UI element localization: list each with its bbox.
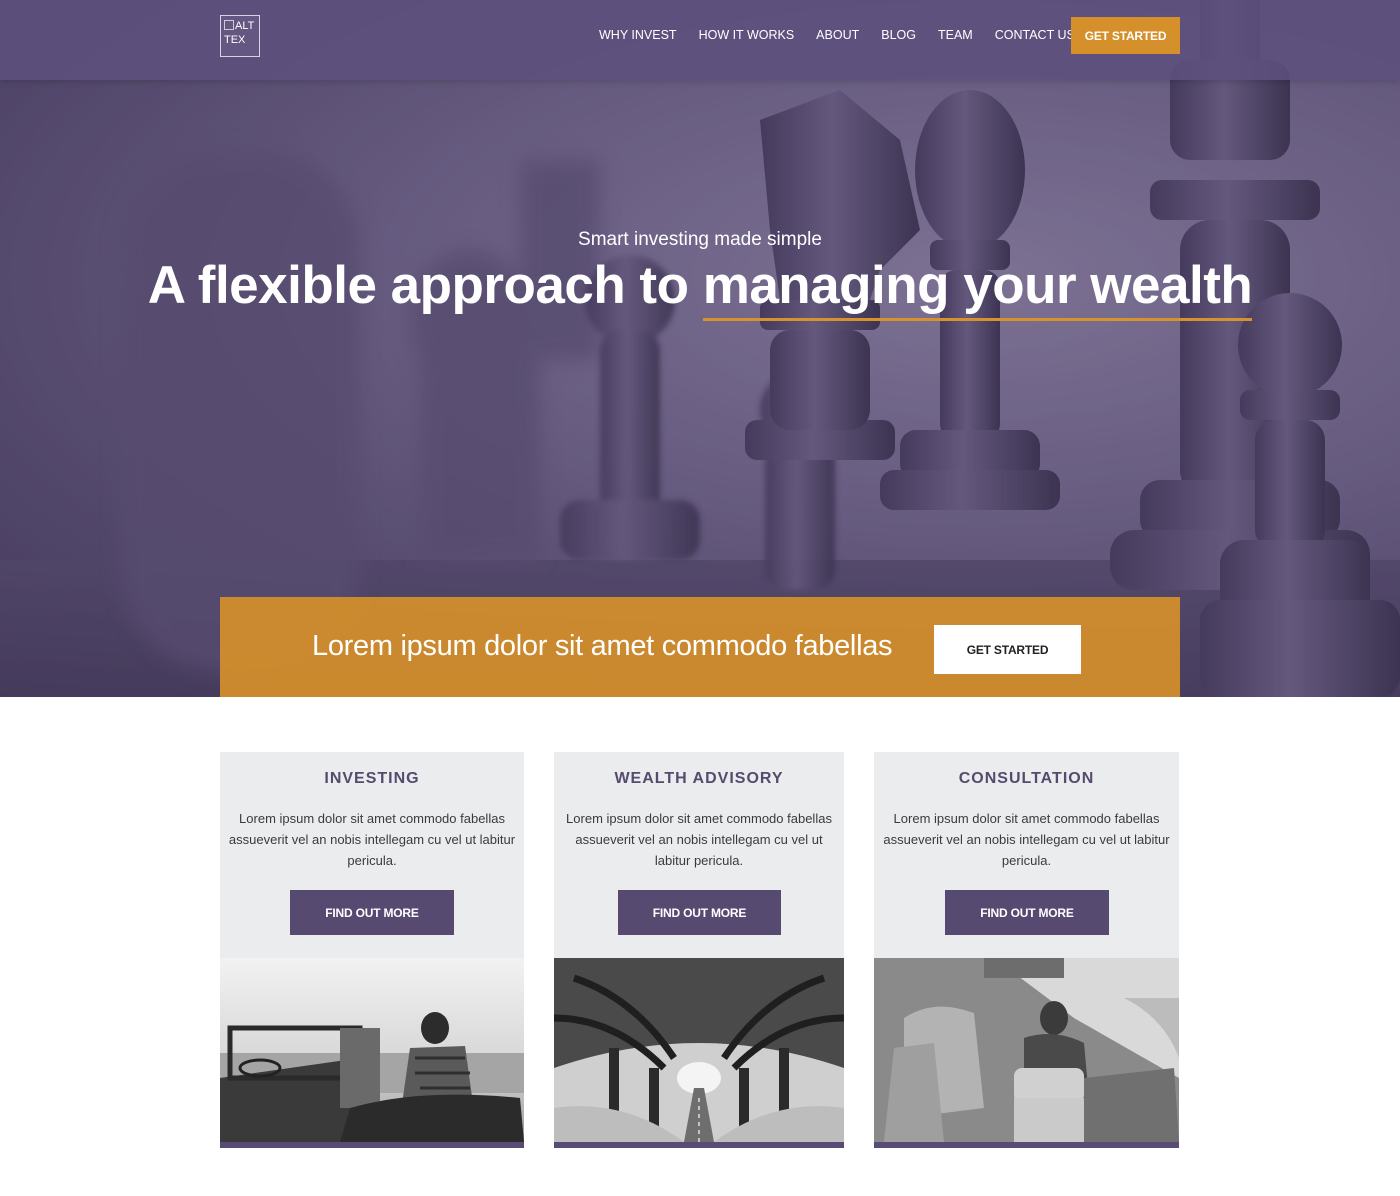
card-description: Lorem ipsum dolor sit amet commodo fabel… [566, 811, 832, 868]
hero-title-lead: A flexible approach to [147, 256, 703, 315]
card-title: INVESTING [324, 770, 420, 787]
find-out-more-button[interactable]: FIND OUT MORE [618, 890, 781, 935]
banner-get-started-button[interactable]: GET STARTED [934, 625, 1081, 674]
find-out-more-button[interactable]: FIND OUT MORE [290, 890, 454, 935]
find-out-more-button[interactable]: FIND OUT MORE [945, 890, 1109, 935]
hero-title-highlight: managing your wealth [702, 254, 1253, 321]
service-card-investing: INVESTING Lorem ipsum dolor sit amet com… [220, 752, 524, 1148]
hero-overlay [0, 0, 1400, 697]
site-header: ALT TEX WHY INVEST HOW IT WORKS ABOUT BL… [0, 0, 1400, 80]
hero-title: A flexible approach to managing your wea… [0, 254, 1400, 321]
woman-in-car-photo [874, 958, 1179, 1142]
logo-image[interactable]: ALT TEX [220, 15, 260, 57]
card-image [554, 958, 844, 1142]
card-image [220, 958, 524, 1142]
card-title: CONSULTATION [958, 770, 1095, 787]
card-image [874, 958, 1179, 1142]
card-title: WEALTH ADVISORY [614, 770, 784, 787]
banner-text: Lorem ipsum dolor sit amet commodo fabel… [312, 630, 893, 662]
nav-link-blog[interactable]: BLOG [881, 27, 916, 43]
nav-link-about[interactable]: ABOUT [816, 27, 859, 43]
man-in-convertible-photo [220, 958, 524, 1142]
card-accent-bar [554, 1142, 844, 1148]
service-card-wealth-advisory: WEALTH ADVISORY Lorem ipsum dolor sit am… [554, 752, 844, 1148]
header-get-started-button[interactable]: GET STARTED [1071, 17, 1180, 54]
hero-section [0, 0, 1400, 697]
cta-banner: Lorem ipsum dolor sit amet commodo fabel… [220, 597, 1180, 697]
broken-image-icon [224, 20, 234, 30]
nav-link-why-invest[interactable]: WHY INVEST [599, 27, 677, 43]
nav-link-team[interactable]: TEAM [938, 27, 973, 43]
service-card-consultation: CONSULTATION Lorem ipsum dolor sit amet … [874, 752, 1179, 1148]
tree-lined-road-photo [554, 958, 844, 1142]
hero-subtitle: Smart investing made simple [578, 229, 822, 250]
main-nav: WHY INVEST HOW IT WORKS ABOUT BLOG TEAM … [599, 27, 1097, 43]
card-accent-bar [874, 1142, 1179, 1148]
card-description: Lorem ipsum dolor sit amet commodo fabel… [228, 811, 516, 868]
nav-link-contact-us[interactable]: CONTACT US [995, 27, 1075, 43]
card-description: Lorem ipsum dolor sit amet commodo fabel… [883, 811, 1170, 868]
nav-link-how-it-works[interactable]: HOW IT WORKS [699, 27, 795, 43]
card-accent-bar [220, 1142, 524, 1148]
